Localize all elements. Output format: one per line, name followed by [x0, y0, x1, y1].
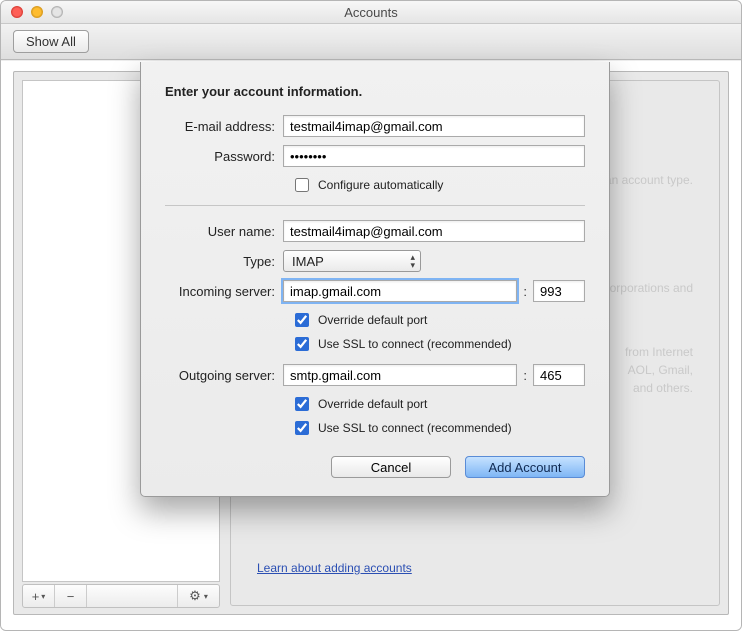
incoming-port-field[interactable] — [533, 280, 585, 302]
outgoing-use-ssl-checkbox[interactable] — [295, 421, 309, 435]
chevron-updown-icon: ▴▾ — [410, 253, 415, 269]
incoming-use-ssl-label: Use SSL to connect (recommended) — [318, 337, 512, 351]
add-account-plus-button[interactable]: +▾ — [23, 585, 55, 607]
divider — [165, 205, 585, 206]
add-account-button[interactable]: Add Account — [465, 456, 585, 478]
password-label: Password: — [165, 149, 283, 164]
email-field[interactable] — [283, 115, 585, 137]
username-label: User name: — [165, 224, 283, 239]
gear-icon: ⚙ — [189, 588, 201, 604]
outgoing-port-field[interactable] — [533, 364, 585, 386]
type-select-value: IMAP — [292, 254, 324, 269]
incoming-server-label: Incoming server: — [165, 284, 283, 299]
add-account-sheet: Enter your account information. E-mail a… — [140, 62, 610, 497]
learn-about-adding-accounts-link[interactable]: Learn about adding accounts — [257, 561, 412, 575]
incoming-override-port-label: Override default port — [318, 313, 427, 327]
minimize-window-button[interactable] — [31, 6, 43, 18]
sheet-heading: Enter your account information. — [165, 84, 585, 99]
toolbar: Show All — [1, 24, 741, 60]
remove-account-minus-button[interactable]: − — [55, 585, 87, 607]
actions-gear-button[interactable]: ⚙▾ — [177, 585, 219, 607]
show-all-button[interactable]: Show All — [13, 30, 89, 53]
type-select[interactable]: IMAP ▴▾ — [283, 250, 421, 272]
traffic-lights — [11, 6, 63, 18]
email-label: E-mail address: — [165, 119, 283, 134]
outgoing-server-label: Outgoing server: — [165, 368, 283, 383]
outgoing-use-ssl-label: Use SSL to connect (recommended) — [318, 421, 512, 435]
incoming-server-field[interactable] — [283, 280, 517, 302]
window-title: Accounts — [344, 5, 397, 20]
titlebar: Accounts — [1, 1, 741, 24]
outgoing-server-field[interactable] — [283, 364, 517, 386]
incoming-use-ssl-checkbox[interactable] — [295, 337, 309, 351]
type-label: Type: — [165, 254, 283, 269]
username-field[interactable] — [283, 220, 585, 242]
port-separator: : — [523, 284, 527, 299]
port-separator: : — [523, 368, 527, 383]
outgoing-override-port-checkbox[interactable] — [295, 397, 309, 411]
password-field[interactable] — [283, 145, 585, 167]
outgoing-override-port-label: Override default port — [318, 397, 427, 411]
close-window-button[interactable] — [11, 6, 23, 18]
configure-automatically-label: Configure automatically — [318, 178, 443, 192]
configure-automatically-checkbox[interactable] — [295, 178, 309, 192]
zoom-window-button[interactable] — [51, 6, 63, 18]
sidebar-footer: +▾ − ⚙▾ — [22, 584, 220, 608]
incoming-override-port-checkbox[interactable] — [295, 313, 309, 327]
cancel-button[interactable]: Cancel — [331, 456, 451, 478]
accounts-window: Accounts Show All +▾ − ⚙▾ d, select an a… — [0, 0, 742, 631]
